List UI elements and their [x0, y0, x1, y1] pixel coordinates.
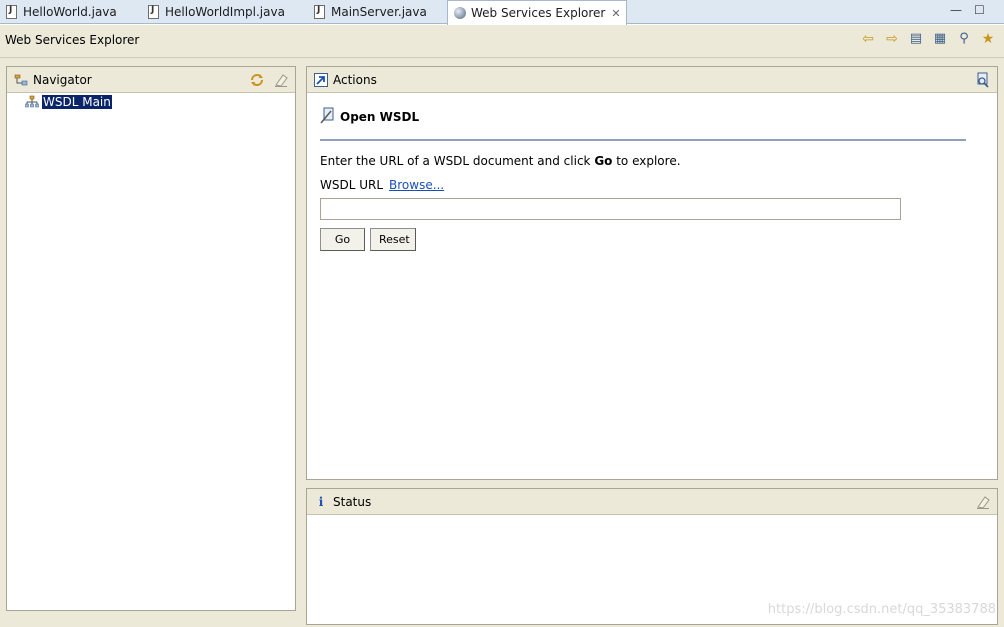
close-icon[interactable]: ✕ — [611, 7, 620, 20]
refresh-icon[interactable] — [249, 72, 265, 91]
wsdl-search-icon[interactable]: ⚲ — [956, 31, 972, 47]
forward-icon[interactable]: ⇨ — [884, 31, 900, 47]
watermark: https://blog.csdn.net/qq_35383788 — [767, 602, 996, 617]
instructions-text-end: to explore. — [612, 154, 681, 168]
java-file-icon — [6, 5, 17, 19]
tab-helloworld-java[interactable]: HelloWorld.java — [0, 0, 117, 24]
instructions-bold: Go — [594, 154, 613, 168]
wsdl-url-input[interactable] — [320, 198, 901, 220]
tab-label: Web Services Explorer — [471, 6, 606, 20]
tab-label: HelloWorld.java — [23, 5, 117, 19]
globe-icon — [454, 7, 466, 19]
browse-link[interactable]: Browse... — [389, 178, 444, 192]
maximize-button[interactable]: ☐ — [974, 3, 985, 17]
go-button[interactable]: Go — [320, 228, 365, 251]
section-title: Open WSDL — [340, 110, 420, 124]
open-wsdl-icon — [320, 107, 336, 128]
instructions-text: Enter the URL of a WSDL document and cli… — [320, 154, 595, 168]
tab-label: HelloWorldImpl.java — [165, 5, 285, 19]
tab-label: MainServer.java — [331, 5, 427, 19]
java-file-icon — [148, 5, 159, 19]
reset-button[interactable]: Reset — [370, 228, 416, 251]
favorites-page-icon[interactable]: ▦ — [932, 31, 948, 47]
explorer-toolbar: ⇦ ⇨ ▤ ▦ ⚲ ★ — [860, 31, 996, 47]
page-icon[interactable]: ▤ — [908, 31, 924, 47]
navigator-title: Navigator — [33, 72, 92, 87]
editor-tab-bar: HelloWorld.java HelloWorldImpl.java Main… — [0, 0, 1004, 25]
tab-mainserver-java[interactable]: MainServer.java — [308, 0, 427, 24]
actions-icon — [314, 72, 328, 87]
tree-item-label: WSDL Main — [42, 95, 112, 109]
tab-helloworldimpl-java[interactable]: HelloWorldImpl.java — [142, 0, 285, 24]
tree-item-wsdl-main[interactable]: WSDL Main — [25, 95, 112, 109]
page-title: Web Services Explorer — [5, 33, 140, 47]
wsdl-search-icon[interactable] — [975, 72, 991, 91]
info-icon: i — [318, 494, 324, 509]
clear-icon[interactable] — [975, 494, 991, 513]
status-title: Status — [333, 494, 372, 509]
java-file-icon — [314, 5, 325, 19]
navigator-icon — [14, 73, 28, 87]
actions-header: Actions — [307, 67, 997, 93]
open-wsdl-form: Open WSDL Enter the URL of a WSDL docume… — [320, 107, 980, 251]
navigator-panel: Navigator WSDL Main — [6, 66, 296, 611]
actions-title: Actions — [333, 72, 377, 87]
section-divider — [320, 139, 966, 141]
actions-panel: Actions Open WSDL Enter the URL of a WSD… — [306, 66, 998, 480]
explorer-body: Navigator WSDL Main Actions Open WSDL En… — [0, 58, 1004, 627]
back-icon[interactable]: ⇦ — [860, 31, 876, 47]
navigator-header: Navigator — [7, 67, 295, 93]
wsdl-url-label: WSDL URL — [320, 178, 384, 192]
status-header: i Status — [307, 489, 997, 515]
minimize-button[interactable]: — — [950, 3, 962, 17]
star-icon[interactable]: ★ — [980, 31, 996, 47]
clear-icon[interactable] — [273, 72, 289, 91]
wsdl-tree-icon — [25, 95, 39, 109]
tab-web-services-explorer[interactable]: Web Services Explorer ✕ — [447, 0, 627, 25]
explorer-title-bar: Web Services Explorer ⇦ ⇨ ▤ ▦ ⚲ ★ — [0, 25, 1004, 58]
instructions: Enter the URL of a WSDL document and cli… — [320, 154, 980, 168]
